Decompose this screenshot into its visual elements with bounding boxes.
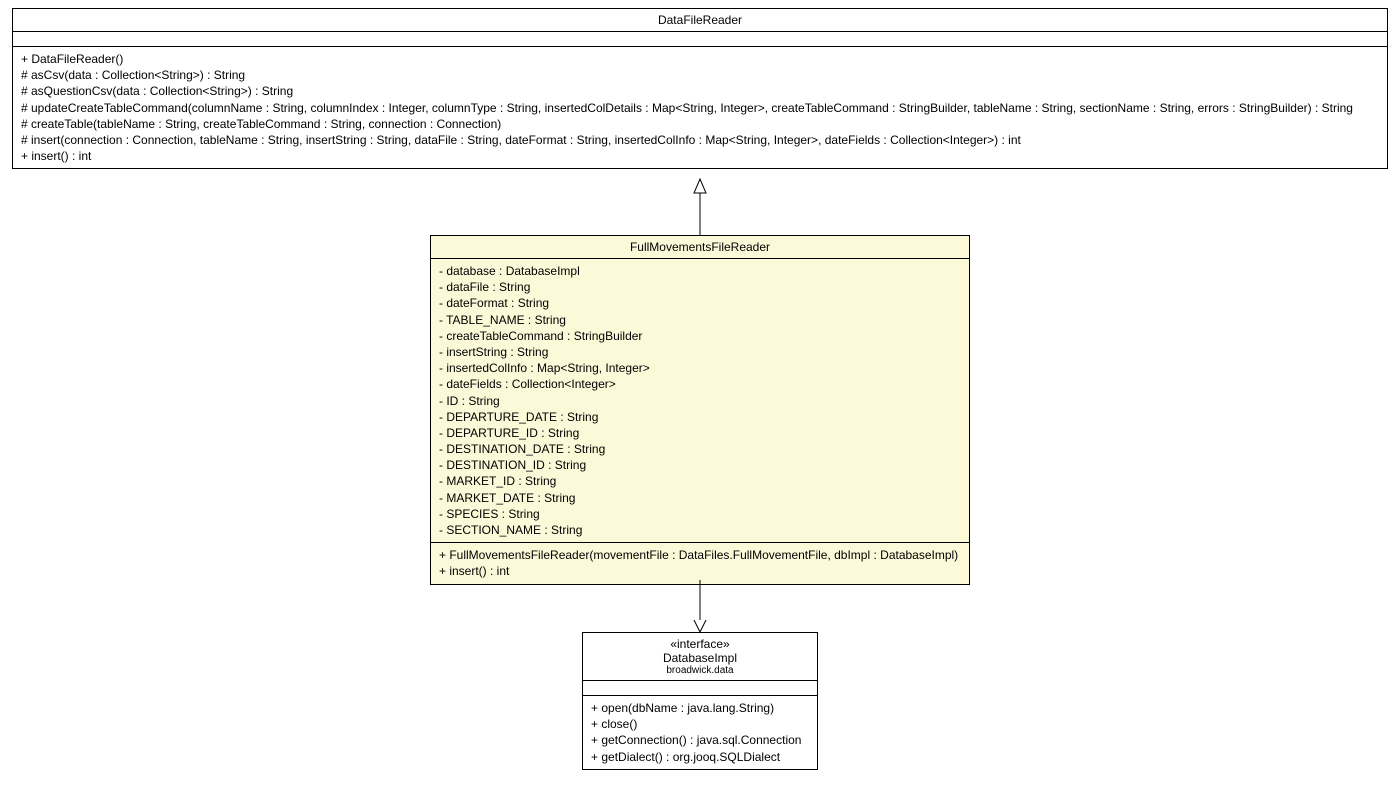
method-row: # insert(connection : Connection, tableN…	[21, 132, 1379, 148]
attribute-row: - DESTINATION_ID : String	[439, 457, 961, 473]
attribute-row: - dataFile : String	[439, 279, 961, 295]
attribute-row: - DEPARTURE_DATE : String	[439, 409, 961, 425]
attribute-row: - DEPARTURE_ID : String	[439, 425, 961, 441]
association-connector	[694, 580, 706, 632]
generalization-connector	[694, 179, 706, 236]
attributes-compartment: - database : DatabaseImpl - dataFile : S…	[431, 259, 969, 543]
class-fullmovementsfilereader: FullMovementsFileReader - database : Dat…	[430, 235, 970, 585]
attribute-row: - MARKET_DATE : String	[439, 490, 961, 506]
class-name-text: FullMovementsFileReader	[630, 240, 770, 254]
method-row: # asQuestionCsv(data : Collection<String…	[21, 83, 1379, 99]
attribute-row: - TABLE_NAME : String	[439, 312, 961, 328]
class-name-text: DataFileReader	[658, 13, 742, 27]
method-row: + getDialect() : org.jooq.SQLDialect	[591, 749, 809, 765]
attribute-row: - dateFields : Collection<Integer>	[439, 376, 961, 392]
stereotype-text: «interface»	[591, 637, 809, 651]
method-row: + FullMovementsFileReader(movementFile :…	[439, 547, 961, 563]
attribute-row: - insertString : String	[439, 344, 961, 360]
attribute-row: - ID : String	[439, 393, 961, 409]
methods-compartment: + FullMovementsFileReader(movementFile :…	[431, 543, 969, 583]
attribute-row: - insertedColInfo : Map<String, Integer>	[439, 360, 961, 376]
attribute-row: - SPECIES : String	[439, 506, 961, 522]
attribute-row: - DESTINATION_DATE : String	[439, 441, 961, 457]
interface-databaseimpl: «interface» DatabaseImpl broadwick.data …	[582, 632, 818, 770]
class-name-text: DatabaseImpl	[663, 651, 737, 665]
attribute-row: - SECTION_NAME : String	[439, 522, 961, 538]
method-row: + getConnection() : java.sql.Connection	[591, 732, 809, 748]
class-title: FullMovementsFileReader	[431, 236, 969, 259]
attribute-row: - createTableCommand : StringBuilder	[439, 328, 961, 344]
method-row: # updateCreateTableCommand(columnName : …	[21, 100, 1379, 116]
method-row: # asCsv(data : Collection<String>) : Str…	[21, 67, 1379, 83]
attributes-compartment-empty	[583, 681, 817, 696]
attribute-row: - MARKET_ID : String	[439, 473, 961, 489]
class-title: DataFileReader	[13, 9, 1387, 32]
class-title: «interface» DatabaseImpl broadwick.data	[583, 633, 817, 681]
method-row: # createTable(tableName : String, create…	[21, 116, 1379, 132]
method-row: + insert() : int	[21, 148, 1379, 164]
methods-compartment: + DataFileReader() # asCsv(data : Collec…	[13, 47, 1387, 168]
attribute-row: - database : DatabaseImpl	[439, 263, 961, 279]
package-text: broadwick.data	[591, 665, 809, 676]
attribute-row: - dateFormat : String	[439, 295, 961, 311]
method-row: + open(dbName : java.lang.String)	[591, 700, 809, 716]
method-row: + close()	[591, 716, 809, 732]
class-datafilereader: DataFileReader + DataFileReader() # asCs…	[12, 8, 1388, 169]
method-row: + insert() : int	[439, 563, 961, 579]
methods-compartment: + open(dbName : java.lang.String) + clos…	[583, 696, 817, 769]
method-row: + DataFileReader()	[21, 51, 1379, 67]
attributes-compartment-empty	[13, 32, 1387, 47]
